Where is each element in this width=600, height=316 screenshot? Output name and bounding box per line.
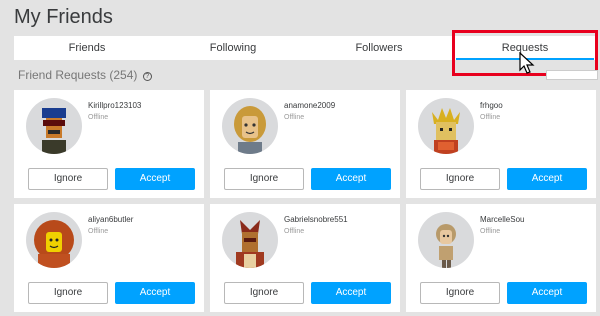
- accept-button[interactable]: Accept: [115, 168, 195, 190]
- username[interactable]: anamone2009: [284, 101, 335, 110]
- friend-request-card: MarcelleSou Offline Ignore Accept: [406, 204, 596, 312]
- friend-request-card: anamone2009 Offline Ignore Accept: [210, 90, 400, 198]
- accept-button[interactable]: Accept: [311, 282, 391, 304]
- accept-button[interactable]: Accept: [507, 282, 587, 304]
- help-icon[interactable]: ?: [142, 72, 152, 81]
- friend-request-card: aliyan6butler Offline Ignore Accept: [14, 204, 204, 312]
- ignore-button[interactable]: Ignore: [420, 282, 500, 304]
- username[interactable]: MarcelleSou: [480, 215, 524, 224]
- username[interactable]: Gabrielsnobre551: [284, 215, 348, 224]
- tab-friends[interactable]: Friends: [14, 36, 160, 60]
- tab-followers[interactable]: Followers: [306, 36, 452, 60]
- friend-requests-count-label: Friend Requests (254): [18, 68, 138, 82]
- presence-status: Offline: [480, 228, 501, 235]
- presence-status: Offline: [284, 228, 305, 235]
- presence-status: Offline: [88, 228, 109, 235]
- page-title: My Friends: [14, 6, 113, 28]
- avatar-image-icon: [42, 108, 66, 154]
- avatar[interactable]: [26, 98, 82, 154]
- presence-status: Offline: [480, 114, 501, 121]
- section-title: Friend Requests (254) ?: [18, 68, 152, 82]
- accept-button[interactable]: Accept: [507, 168, 587, 190]
- friend-request-card: Kirillpro123103 Offline Ignore Accept: [14, 90, 204, 198]
- ignore-button[interactable]: Ignore: [420, 168, 500, 190]
- ignore-button[interactable]: Ignore: [224, 282, 304, 304]
- avatar-image-icon: [236, 220, 264, 268]
- ignore-button[interactable]: Ignore: [28, 282, 108, 304]
- friend-request-card: Gabrielsnobre551 Offline Ignore Accept: [210, 204, 400, 312]
- mouse-pointer-icon: [519, 52, 535, 74]
- avatar[interactable]: [418, 98, 474, 154]
- username[interactable]: frhgoo: [480, 101, 503, 110]
- avatar-image-icon: [436, 224, 456, 268]
- presence-status: Offline: [284, 114, 305, 121]
- avatar[interactable]: [222, 98, 278, 154]
- avatar-image-icon: [34, 220, 74, 268]
- username[interactable]: Kirillpro123103: [88, 101, 141, 110]
- presence-status: Offline: [88, 114, 109, 121]
- tooltip-popup: [546, 70, 598, 80]
- avatar-image-icon: [234, 106, 266, 154]
- avatar[interactable]: [418, 212, 474, 268]
- ignore-button[interactable]: Ignore: [28, 168, 108, 190]
- avatar-image-icon: [432, 108, 460, 154]
- tab-following[interactable]: Following: [160, 36, 306, 60]
- username[interactable]: aliyan6butler: [88, 215, 133, 224]
- accept-button[interactable]: Accept: [115, 282, 195, 304]
- avatar[interactable]: [26, 212, 82, 268]
- friend-request-card: frhgoo Offline Ignore Accept: [406, 90, 596, 198]
- accept-button[interactable]: Accept: [311, 168, 391, 190]
- avatar[interactable]: [222, 212, 278, 268]
- friends-page: My Friends Friends Following Followers R…: [0, 0, 600, 316]
- ignore-button[interactable]: Ignore: [224, 168, 304, 190]
